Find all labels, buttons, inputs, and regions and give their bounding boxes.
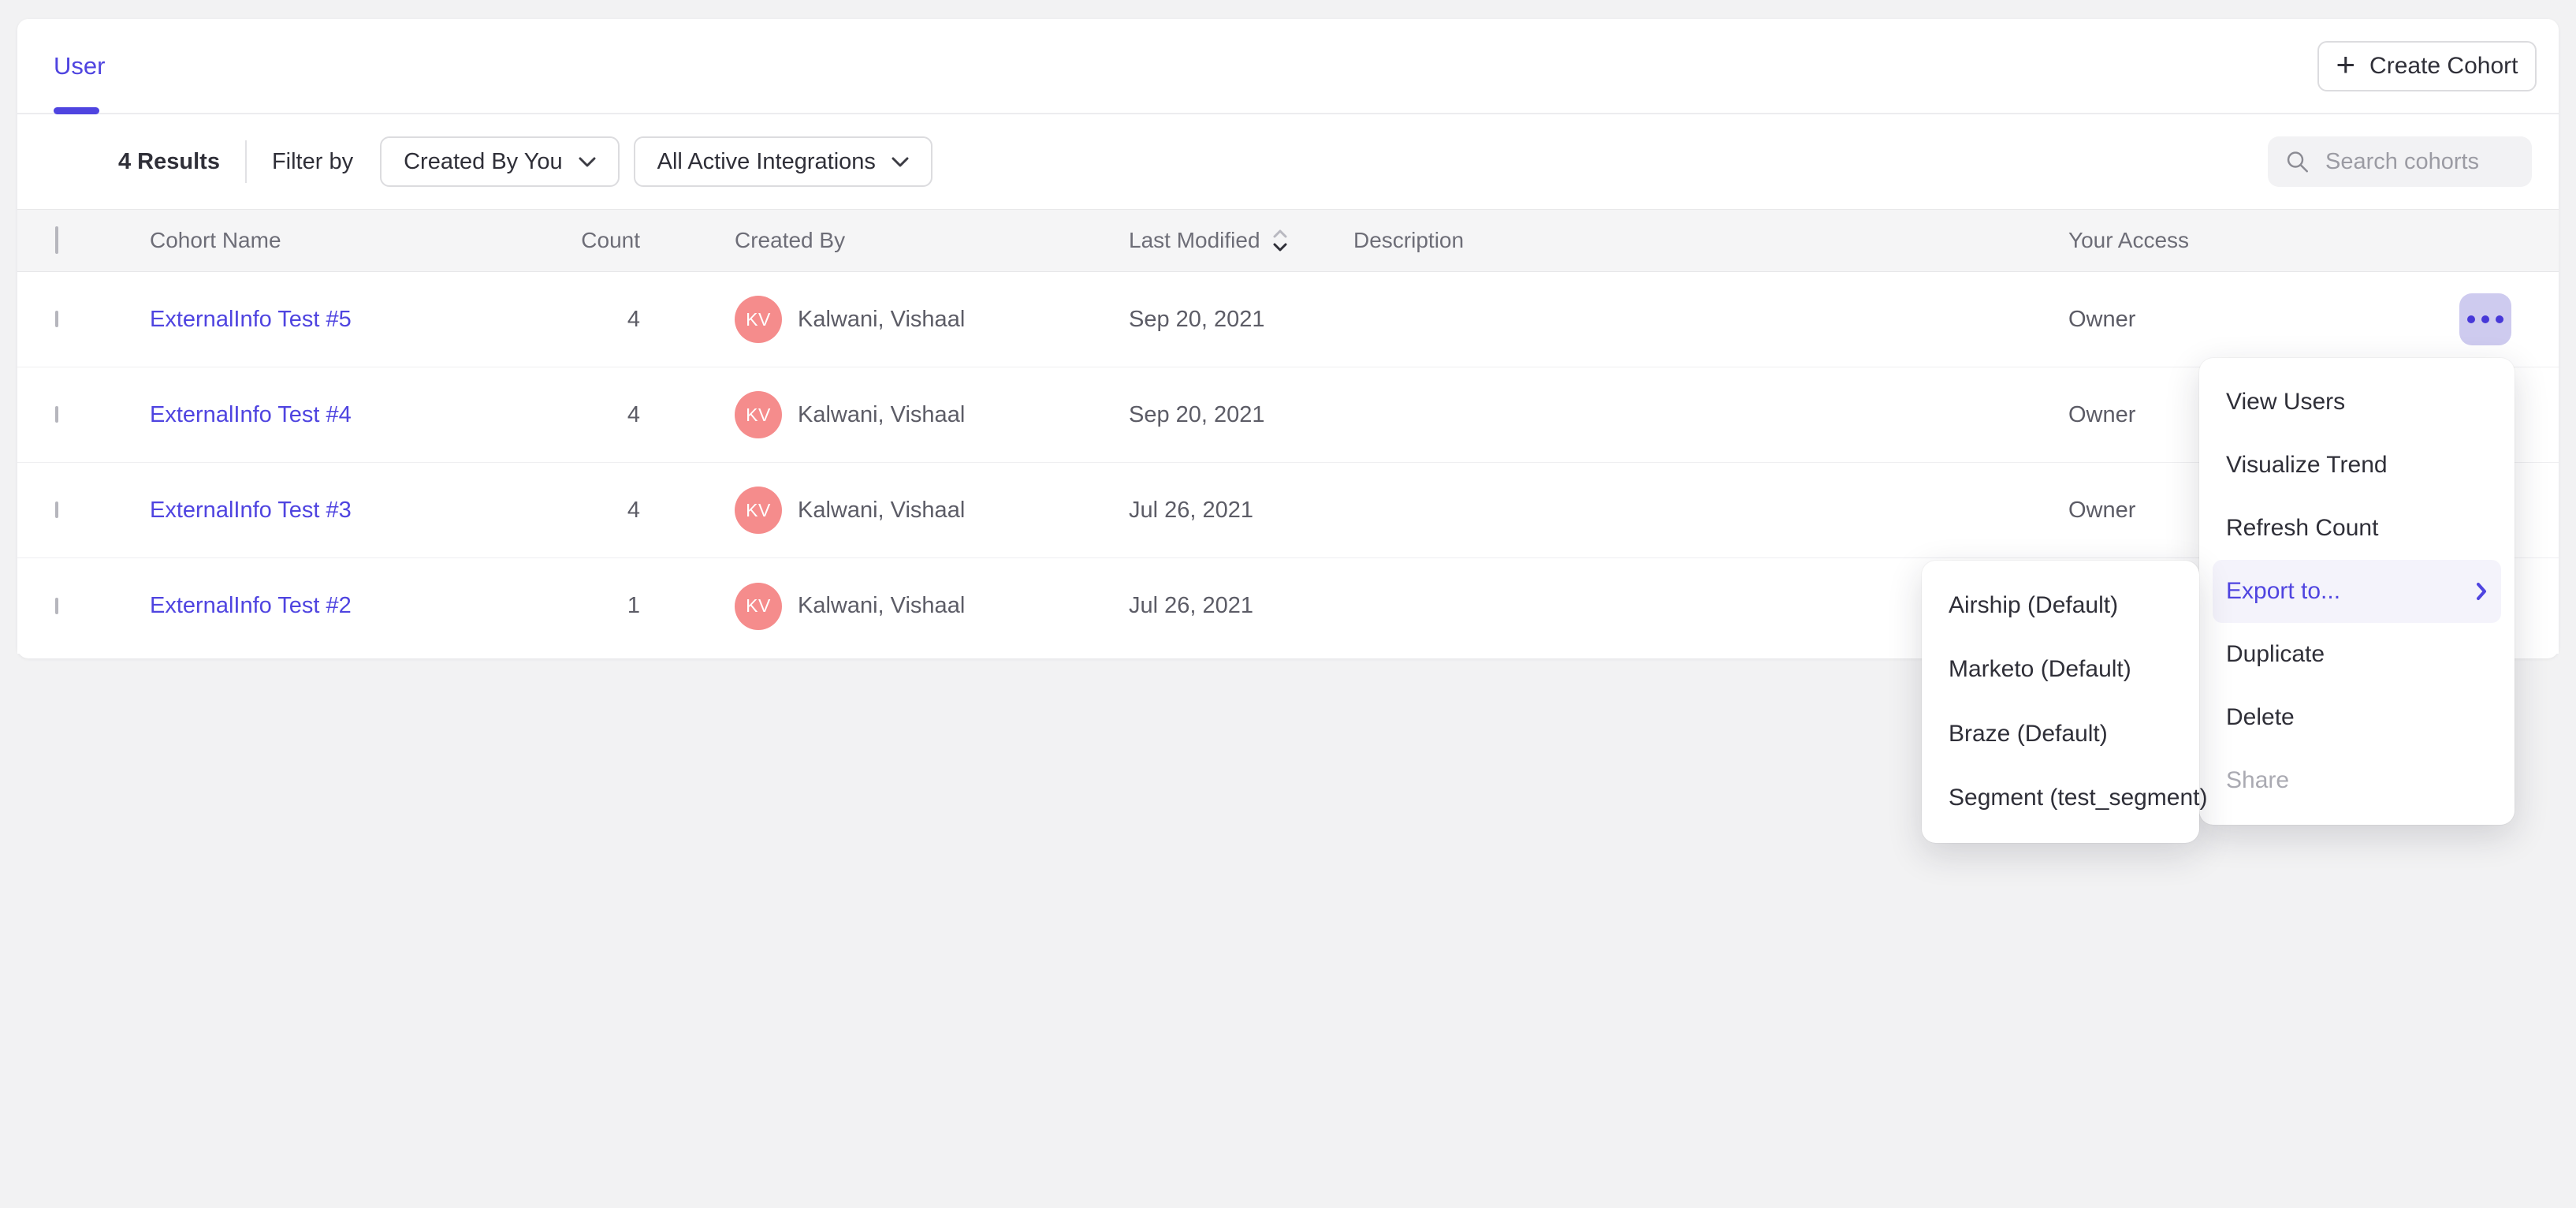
menu-item-delete[interactable]: Delete <box>2199 686 2515 749</box>
create-cohort-label: Create Cohort <box>2369 53 2518 80</box>
export-submenu: Airship (Default) Marketo (Default) Braz… <box>1922 561 2199 843</box>
count-value: 1 <box>451 593 648 619</box>
column-header-last-modified: Last Modified <box>1129 228 1260 253</box>
avatar: KV <box>735 583 782 630</box>
column-header-your-access: Your Access <box>2068 228 2459 253</box>
create-cohort-button[interactable]: + Create Cohort <box>2317 41 2537 91</box>
created-by-name: Kalwani, Vishaal <box>798 402 965 428</box>
toolbar-divider <box>245 140 247 183</box>
row-checkbox[interactable] <box>55 311 58 327</box>
table-row: ExternalInfo Test #4 4 KV Kalwani, Visha… <box>17 367 2559 463</box>
count-value: 4 <box>451 498 648 524</box>
column-header-created-by: Created By <box>648 228 1129 253</box>
created-by-name: Kalwani, Vishaal <box>798 307 965 333</box>
results-count: 4 Results <box>118 149 220 175</box>
menu-item-share: Share <box>2199 749 2515 812</box>
submenu-item-segment[interactable]: Segment (test_segment) <box>1922 766 2199 831</box>
menu-item-duplicate[interactable]: Duplicate <box>2199 623 2515 686</box>
last-modified-date: Sep 20, 2021 <box>1129 402 1353 428</box>
last-modified-date: Jul 26, 2021 <box>1129 498 1353 524</box>
last-modified-date: Sep 20, 2021 <box>1129 307 1353 333</box>
search-input[interactable] <box>2325 149 2515 175</box>
chevron-down-icon <box>892 157 909 167</box>
menu-item-view-users[interactable]: View Users <box>2199 371 2515 434</box>
active-tab-indicator <box>54 107 99 114</box>
access-value: Owner <box>2068 307 2459 333</box>
cohort-name-link[interactable]: ExternalInfo Test #5 <box>150 307 352 332</box>
submenu-item-marketo[interactable]: Marketo (Default) <box>1922 638 2199 703</box>
context-menu: View Users Visualize Trend Refresh Count… <box>2199 358 2515 825</box>
avatar: KV <box>735 296 782 343</box>
avatar: KV <box>735 391 782 438</box>
sort-icon <box>1271 227 1289 254</box>
column-header-last-modified-sort[interactable]: Last Modified <box>1129 227 1289 254</box>
column-header-count: Count <box>451 228 648 253</box>
table-row: ExternalInfo Test #5 4 KV Kalwani, Visha… <box>17 272 2559 367</box>
row-checkbox[interactable] <box>55 598 58 614</box>
filter-by-label: Filter by <box>272 149 353 175</box>
row-checkbox[interactable] <box>55 501 58 518</box>
search-icon <box>2285 147 2310 177</box>
tab-bar: User + Create Cohort <box>17 19 2559 114</box>
tab-user-label: User <box>54 52 105 80</box>
column-header-description: Description <box>1353 228 2068 253</box>
created-by-name: Kalwani, Vishaal <box>798 498 965 524</box>
column-header-cohort-name: Cohort Name <box>150 228 451 253</box>
row-checkbox[interactable] <box>55 406 58 423</box>
cohort-name-link[interactable]: ExternalInfo Test #4 <box>150 402 352 427</box>
last-modified-date: Jul 26, 2021 <box>1129 593 1353 619</box>
row-actions-button[interactable] <box>2459 293 2511 345</box>
ellipsis-icon <box>2467 315 2503 323</box>
select-all-checkbox[interactable] <box>55 226 58 254</box>
cohort-name-link[interactable]: ExternalInfo Test #2 <box>150 593 352 618</box>
created-by-name: Kalwani, Vishaal <box>798 593 965 619</box>
count-value: 4 <box>451 307 648 333</box>
count-value: 4 <box>451 402 648 428</box>
integrations-filter-dropdown[interactable]: All Active Integrations <box>634 136 932 187</box>
menu-item-export-to[interactable]: Export to... <box>2213 560 2501 623</box>
table-row: ExternalInfo Test #3 4 KV Kalwani, Visha… <box>17 463 2559 558</box>
filter-toolbar: 4 Results Filter by Created By You All A… <box>17 114 2559 209</box>
search-cohorts-box <box>2268 136 2532 187</box>
submenu-item-airship[interactable]: Airship (Default) <box>1922 573 2199 638</box>
created-by-filter-value: Created By You <box>404 149 563 175</box>
menu-item-visualize-trend[interactable]: Visualize Trend <box>2199 434 2515 497</box>
integrations-filter-value: All Active Integrations <box>657 149 876 175</box>
cohort-name-link[interactable]: ExternalInfo Test #3 <box>150 498 352 523</box>
plus-icon: + <box>2336 48 2356 81</box>
chevron-right-icon <box>2475 581 2488 602</box>
table-header-row: Cohort Name Count Created By Last Modifi… <box>17 209 2559 272</box>
avatar: KV <box>735 487 782 534</box>
submenu-item-braze[interactable]: Braze (Default) <box>1922 702 2199 766</box>
created-by-filter-dropdown[interactable]: Created By You <box>380 136 620 187</box>
tab-user[interactable]: User <box>54 19 105 113</box>
chevron-down-icon <box>579 157 596 167</box>
menu-item-export-to-label: Export to... <box>2226 578 2340 605</box>
menu-item-refresh-count[interactable]: Refresh Count <box>2199 497 2515 560</box>
